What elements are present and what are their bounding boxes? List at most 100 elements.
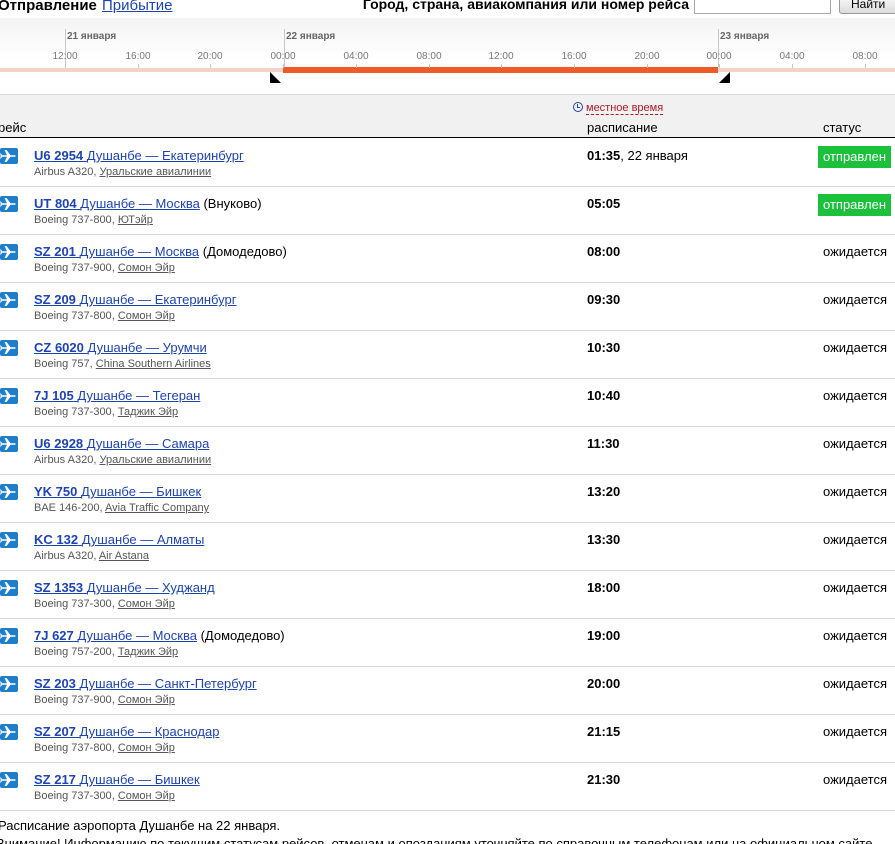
airline-link[interactable]: Сомон Эйр [118,694,175,706]
departure-time: 21:15 [587,724,621,739]
flight-number: SZ 207 [34,724,76,739]
table-row: SZ 209 Душанбе — Екатеринбург Boeing 737-… [0,283,895,331]
flight-number: UT 804 [34,196,77,211]
timeline-hour-tick [865,64,866,68]
timeline-hour-tick [356,64,357,68]
scheduled-time: 21:30 [587,772,620,787]
tab-arrivals[interactable]: Прибытие [102,0,172,14]
aircraft-type: Airbus A320 [34,454,94,466]
timeline-hour-label: 08:00 [852,51,878,62]
scheduled-time: 08:00 [587,244,620,259]
timeline-start-handle[interactable] [270,72,281,83]
flight-details: Boeing 737-300, Сомон Эйр [34,790,175,802]
flight-route: Душанбе — Худжанд [86,580,215,595]
flight-number: SZ 201 [34,244,76,259]
flight-link[interactable]: 7J 105 Душанбе — Тегеран [34,388,200,403]
flight-number: CZ 6020 [34,340,84,355]
flight-route: Душанбе — Бишкек [81,484,202,499]
flight-link[interactable]: SZ 1353 Душанбе — Худжанд [34,580,215,595]
timeline-hour-tick [429,64,430,68]
airline-link[interactable]: Air Astana [99,550,149,562]
airline-link[interactable]: Сомон Эйр [118,742,175,754]
departure-date: , 22 января [620,148,688,163]
timeline-hour-tick [283,64,284,68]
flight-link[interactable]: YK 750 Душанбе — Бишкек [34,484,201,499]
airplane-icon [0,244,18,260]
departure-time: 09:30 [587,292,621,307]
airplane-icon [0,628,18,644]
airline-link[interactable]: Таджик Эйр [118,406,178,418]
tab-departures[interactable]: Отправление [0,0,97,14]
timeline-hour-label: 00:00 [706,51,732,62]
flight-route: Душанбе — Алматы [81,532,205,547]
flight-number: YK 750 [34,484,78,499]
flight-link[interactable]: SZ 209 Душанбе — Екатеринбург [34,292,237,307]
timeline-end-handle[interactable] [719,72,730,83]
status-badge: ожидается [823,580,888,595]
flight-route: Душанбе — Санкт-Петербург [79,676,257,691]
airline-link[interactable]: Сомон Эйр [118,262,175,274]
flight-link[interactable]: SZ 201 Душанбе — Москва [34,244,199,259]
timeline-hour-tick [138,64,139,68]
timeline-hour-label: 20:00 [634,51,660,62]
flight-link[interactable]: KC 132 Душанбе — Алматы [34,532,204,547]
timeline-hour-tick [574,64,575,68]
airline-link[interactable]: Уральские авиалинии [99,166,211,178]
airline-link[interactable]: Таджик Эйр [118,646,178,658]
search-button[interactable]: Найти [839,0,895,14]
column-flight: рейс [0,120,27,135]
flight-route: Душанбе — Москва [80,196,200,211]
timeline-day-label: 21 января [67,31,117,42]
local-time-label: местное время [586,102,664,115]
airline-link[interactable]: China Southern Airlines [96,358,211,370]
timeline-day-label: 23 января [720,31,770,42]
flight-number: SZ 203 [34,676,76,691]
status-badge: ожидается [823,244,888,259]
airline-link[interactable]: Сомон Эйр [118,310,175,322]
airplane-icon [0,196,18,212]
airline-link[interactable]: Сомон Эйр [118,598,175,610]
status-badge: ожидается [823,388,888,403]
departure-time: 01:35 [587,148,621,163]
aircraft-type: Boeing 737-800 [34,742,112,754]
search-input[interactable] [694,0,831,14]
flight-link[interactable]: U6 2928 Душанбе — Самара [34,436,209,451]
airplane-icon [0,580,18,596]
flight-link[interactable]: SZ 203 Душанбе — Санкт-Петербург [34,676,257,691]
scheduled-time: 11:30 [587,436,620,451]
departure-time: 21:30 [587,772,621,787]
flight-link[interactable]: SZ 217 Душанбе — Бишкек [34,772,200,787]
airplane-icon [0,292,18,308]
timeline-hour-tick [719,64,720,68]
flight-link[interactable]: SZ 207 Душанбе — Краснодар [34,724,219,739]
airline-link[interactable]: Avia Traffic Company [105,502,209,514]
departure-time: 11:30 [587,436,620,451]
aircraft-type: Boeing 757 [34,358,90,370]
flight-route: Душанбе — Екатеринбург [79,292,237,307]
flight-title: SZ 1353 Душанбе — Худжанд [34,580,215,595]
aircraft-type: Airbus A320 [34,166,94,178]
local-time-toggle[interactable]: местное время [573,101,664,115]
flight-link[interactable]: U6 2954 Душанбе — Екатеринбург [34,148,244,163]
flight-route: Душанбе — Москва [77,628,197,643]
timeline-hour-label: 20:00 [197,51,223,62]
flight-link[interactable]: CZ 6020 Душанбе — Урумчи [34,340,207,355]
airplane-icon [0,436,18,452]
aircraft-type: Boeing 737-300 [34,790,112,802]
status-badge: отправлен [818,146,892,168]
flight-link[interactable]: UT 804 Душанбе — Москва [34,196,200,211]
flight-link[interactable]: 7J 627 Душанбе — Москва [34,628,197,643]
timeline[interactable]: 21 января 22 января 23 января 12:00 16:00 20:… [0,18,895,94]
scheduled-time: 01:35, 22 января [587,148,688,163]
table-row: SZ 203 Душанбе — Санкт-Петербург Boeing 7… [0,667,895,715]
airline-link[interactable]: ЮТэйр [118,214,153,226]
flight-details: Airbus A320, Уральские авиалинии [34,454,212,466]
scheduled-time: 13:20 [587,484,620,499]
column-status: статус [823,120,862,135]
table-row: 7J 627 Душанбе — Москва (Домодедово) Boei… [0,619,895,667]
footer-warning: Внимание! Информацию по текущим статусам… [0,836,873,844]
airline-link[interactable]: Сомон Эйр [118,790,175,802]
clock-icon [573,102,583,112]
airline-link[interactable]: Уральские авиалинии [99,454,211,466]
scheduled-time: 18:00 [587,580,620,595]
